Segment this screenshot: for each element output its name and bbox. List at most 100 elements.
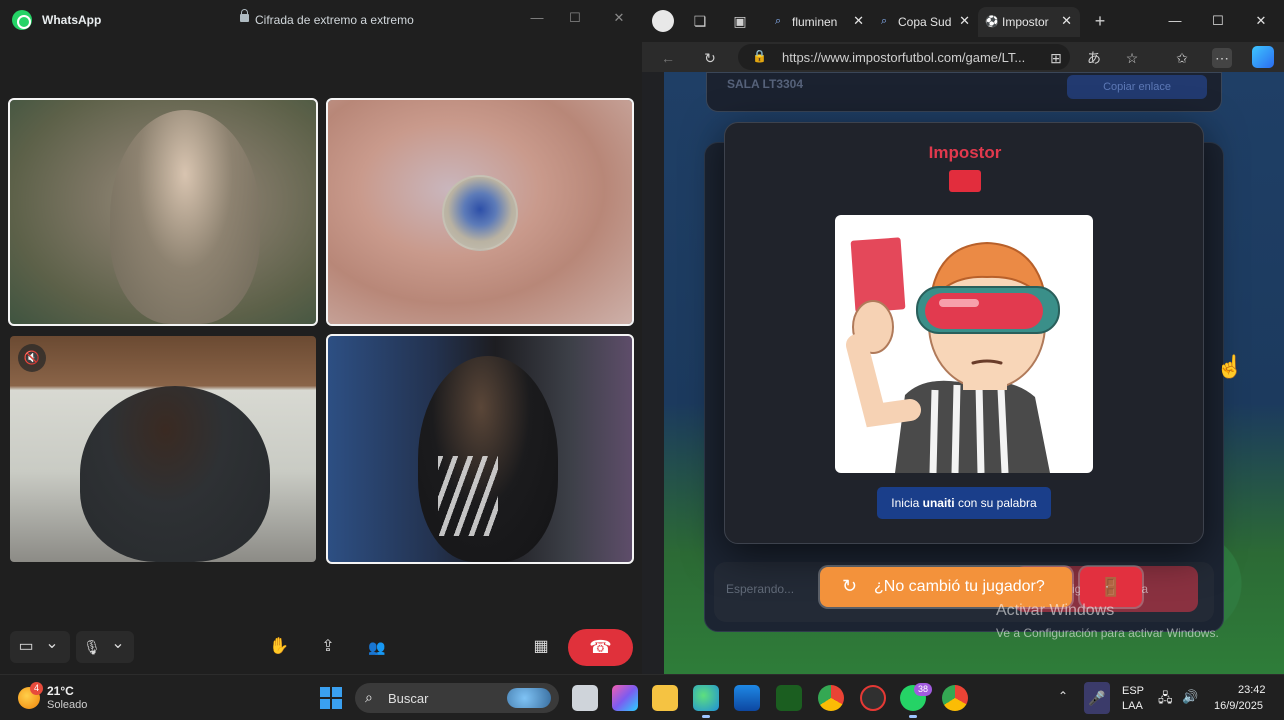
layout-button[interactable]: ▦ (525, 631, 557, 663)
close-icon[interactable]: ✕ (853, 13, 864, 29)
video-tile-participant-3[interactable] (10, 336, 316, 562)
word-hint: Inicia unaiti con su palabra (877, 487, 1051, 519)
edge-browser-icon[interactable] (693, 685, 719, 718)
reload-button[interactable]: ↻ (700, 48, 720, 68)
game-page: SALA LT3304 Copiar enlace Esperando... S… (664, 72, 1284, 674)
waiting-text: Esperando... (726, 582, 795, 596)
hint-suffix: con su palabra (954, 496, 1037, 510)
minimize-button[interactable]: — (1164, 11, 1186, 31)
maximize-button[interactable]: ☐ (564, 8, 586, 28)
microsoft-store-icon[interactable] (734, 685, 760, 711)
weather-description[interactable]: Soleado (47, 699, 87, 711)
back-button[interactable]: ← (658, 48, 678, 68)
whatsapp-logo-icon (12, 10, 32, 30)
tab-label: fluminen (792, 15, 838, 29)
volume-icon[interactable]: 🔊 (1182, 689, 1198, 705)
raise-hand-button[interactable]: ✋ (263, 631, 295, 663)
close-icon[interactable]: ✕ (959, 13, 970, 29)
activate-windows-title: Activar Windows (996, 602, 1115, 619)
close-icon[interactable]: ✕ (1061, 13, 1072, 29)
maximize-button[interactable]: ☐ (1207, 11, 1229, 31)
microphone-in-use-icon[interactable]: 🎤 (1084, 682, 1110, 714)
chevron-down-icon[interactable]: ⌄ (38, 628, 66, 660)
participant-video (80, 386, 270, 562)
tab-strip: ❏ ▣ ⌕ fluminen ✕ ⌕ Copa Sud ✕ ⚽ Impostor… (642, 0, 1284, 42)
obs-icon[interactable] (860, 685, 886, 711)
favorite-star-icon[interactable]: ☆ (1122, 48, 1142, 68)
windows-taskbar: 4 21°C Soleado ⌕ Buscar 38 ⌃ 🎤 ESP LAA 🖧… (0, 674, 1284, 720)
clock-date[interactable]: 16/9/2025 (1214, 700, 1263, 712)
tab-fluminense[interactable]: ⌕ fluminen ✕ (768, 7, 872, 37)
favorites-icon[interactable]: ✩ (1172, 48, 1192, 68)
input-language[interactable]: ESP (1122, 685, 1144, 697)
whatsapp-unread-badge: 38 (914, 683, 932, 696)
keyboard-layout[interactable]: LAA (1122, 700, 1143, 712)
encryption-notice: Cifrada de extremo a extremo (255, 13, 414, 27)
taskbar-search[interactable]: ⌕ Buscar (355, 683, 559, 713)
hint-player-name: unaiti (922, 496, 955, 510)
participant-video (110, 110, 260, 324)
video-tile-participant-4[interactable] (326, 334, 634, 564)
search-icon: ⌕ (365, 689, 373, 705)
refresh-icon: ↻ (842, 576, 858, 596)
room-bar: SALA LT3304 Copiar enlace (706, 72, 1222, 112)
room-label: SALA LT3304 (727, 77, 804, 91)
file-explorer-icon[interactable] (652, 685, 678, 711)
participants-button[interactable]: 👥 (361, 631, 393, 663)
change-player-button[interactable]: ↻ ¿No cambió tu jugador? (820, 567, 1072, 607)
share-screen-button[interactable]: ⇪ (312, 631, 344, 663)
weather-temperature[interactable]: 21°C (47, 684, 74, 698)
lock-icon: 🔒 (752, 49, 767, 63)
task-view-icon[interactable] (572, 685, 598, 711)
role-title: Impostor (928, 143, 1002, 162)
address-bar[interactable]: 🔒 https://www.impostorfutbol.com/game/LT… (738, 44, 1070, 70)
chrome-profile-icon[interactable] (942, 685, 968, 711)
workspaces-icon[interactable]: ❏ (690, 11, 710, 31)
referee-red-card-illustration (835, 215, 1093, 473)
app-icon[interactable] (776, 685, 802, 711)
whatsapp-call-window: WhatsApp Cifrada de extremo a extremo — … (0, 0, 642, 674)
search-highlight-icon (507, 688, 551, 708)
chevron-down-icon[interactable]: ⌄ (104, 628, 132, 660)
copilot-icon[interactable] (1252, 46, 1274, 68)
chrome-icon[interactable] (818, 685, 844, 711)
role-color-swatch (949, 170, 981, 192)
lock-icon (240, 9, 249, 22)
tab-actions-icon[interactable]: ▣ (730, 11, 750, 31)
copilot-app-icon[interactable] (612, 685, 638, 711)
read-aloud-icon[interactable]: あ (1084, 48, 1104, 68)
tab-copa-sudamericana[interactable]: ⌕ Copa Sud ✕ (874, 7, 978, 37)
weather-badge: 4 (30, 682, 43, 695)
tab-impostor[interactable]: ⚽ Impostor ✕ (978, 7, 1080, 37)
hint-prefix: Inicia (891, 496, 923, 510)
video-tile-participant-1[interactable] (8, 98, 318, 326)
jacket-stripes (438, 456, 498, 536)
tab-label: Copa Sud (898, 15, 952, 29)
leave-room-button[interactable]: 🚪 (1080, 567, 1142, 607)
windows-start-icon[interactable] (320, 687, 342, 709)
muted-mic-icon: 🔇 (18, 344, 46, 372)
clock-time[interactable]: 23:42 (1238, 684, 1266, 696)
soccer-ball-icon: ⚽ (985, 16, 999, 28)
profile-avatar[interactable] (652, 10, 674, 32)
browser-toolbar: ← ↻ 🔒 https://www.impostorfutbol.com/gam… (642, 42, 1284, 72)
role-reveal-modal: Impostor Inicia unaiti con su palabra (724, 122, 1204, 544)
participant-avatar (442, 175, 518, 251)
microphone-toggle[interactable]: 🎙 ⌄ (76, 631, 134, 663)
camera-toggle[interactable]: ▭ ⌄ (10, 631, 70, 663)
app-name: WhatsApp (42, 13, 102, 27)
show-hidden-icons-icon[interactable]: ⌃ (1058, 689, 1068, 703)
network-icon[interactable]: 🖧 (1158, 689, 1173, 711)
end-call-button[interactable]: ☎ (568, 629, 633, 666)
hand-cursor-icon: ☝ (1216, 354, 1244, 379)
video-tile-participant-2[interactable] (326, 98, 634, 326)
close-button[interactable]: ✕ (608, 8, 630, 28)
search-icon: ⌕ (881, 15, 888, 27)
minimize-button[interactable]: — (526, 8, 548, 28)
copy-link-button[interactable]: Copiar enlace (1067, 75, 1207, 99)
search-placeholder: Buscar (388, 691, 429, 706)
app-available-icon[interactable]: ⊞ (1046, 48, 1066, 68)
close-button[interactable]: ✕ (1250, 11, 1272, 31)
new-tab-button[interactable]: + (1090, 11, 1110, 31)
more-options-icon[interactable]: ⋯ (1212, 48, 1232, 68)
